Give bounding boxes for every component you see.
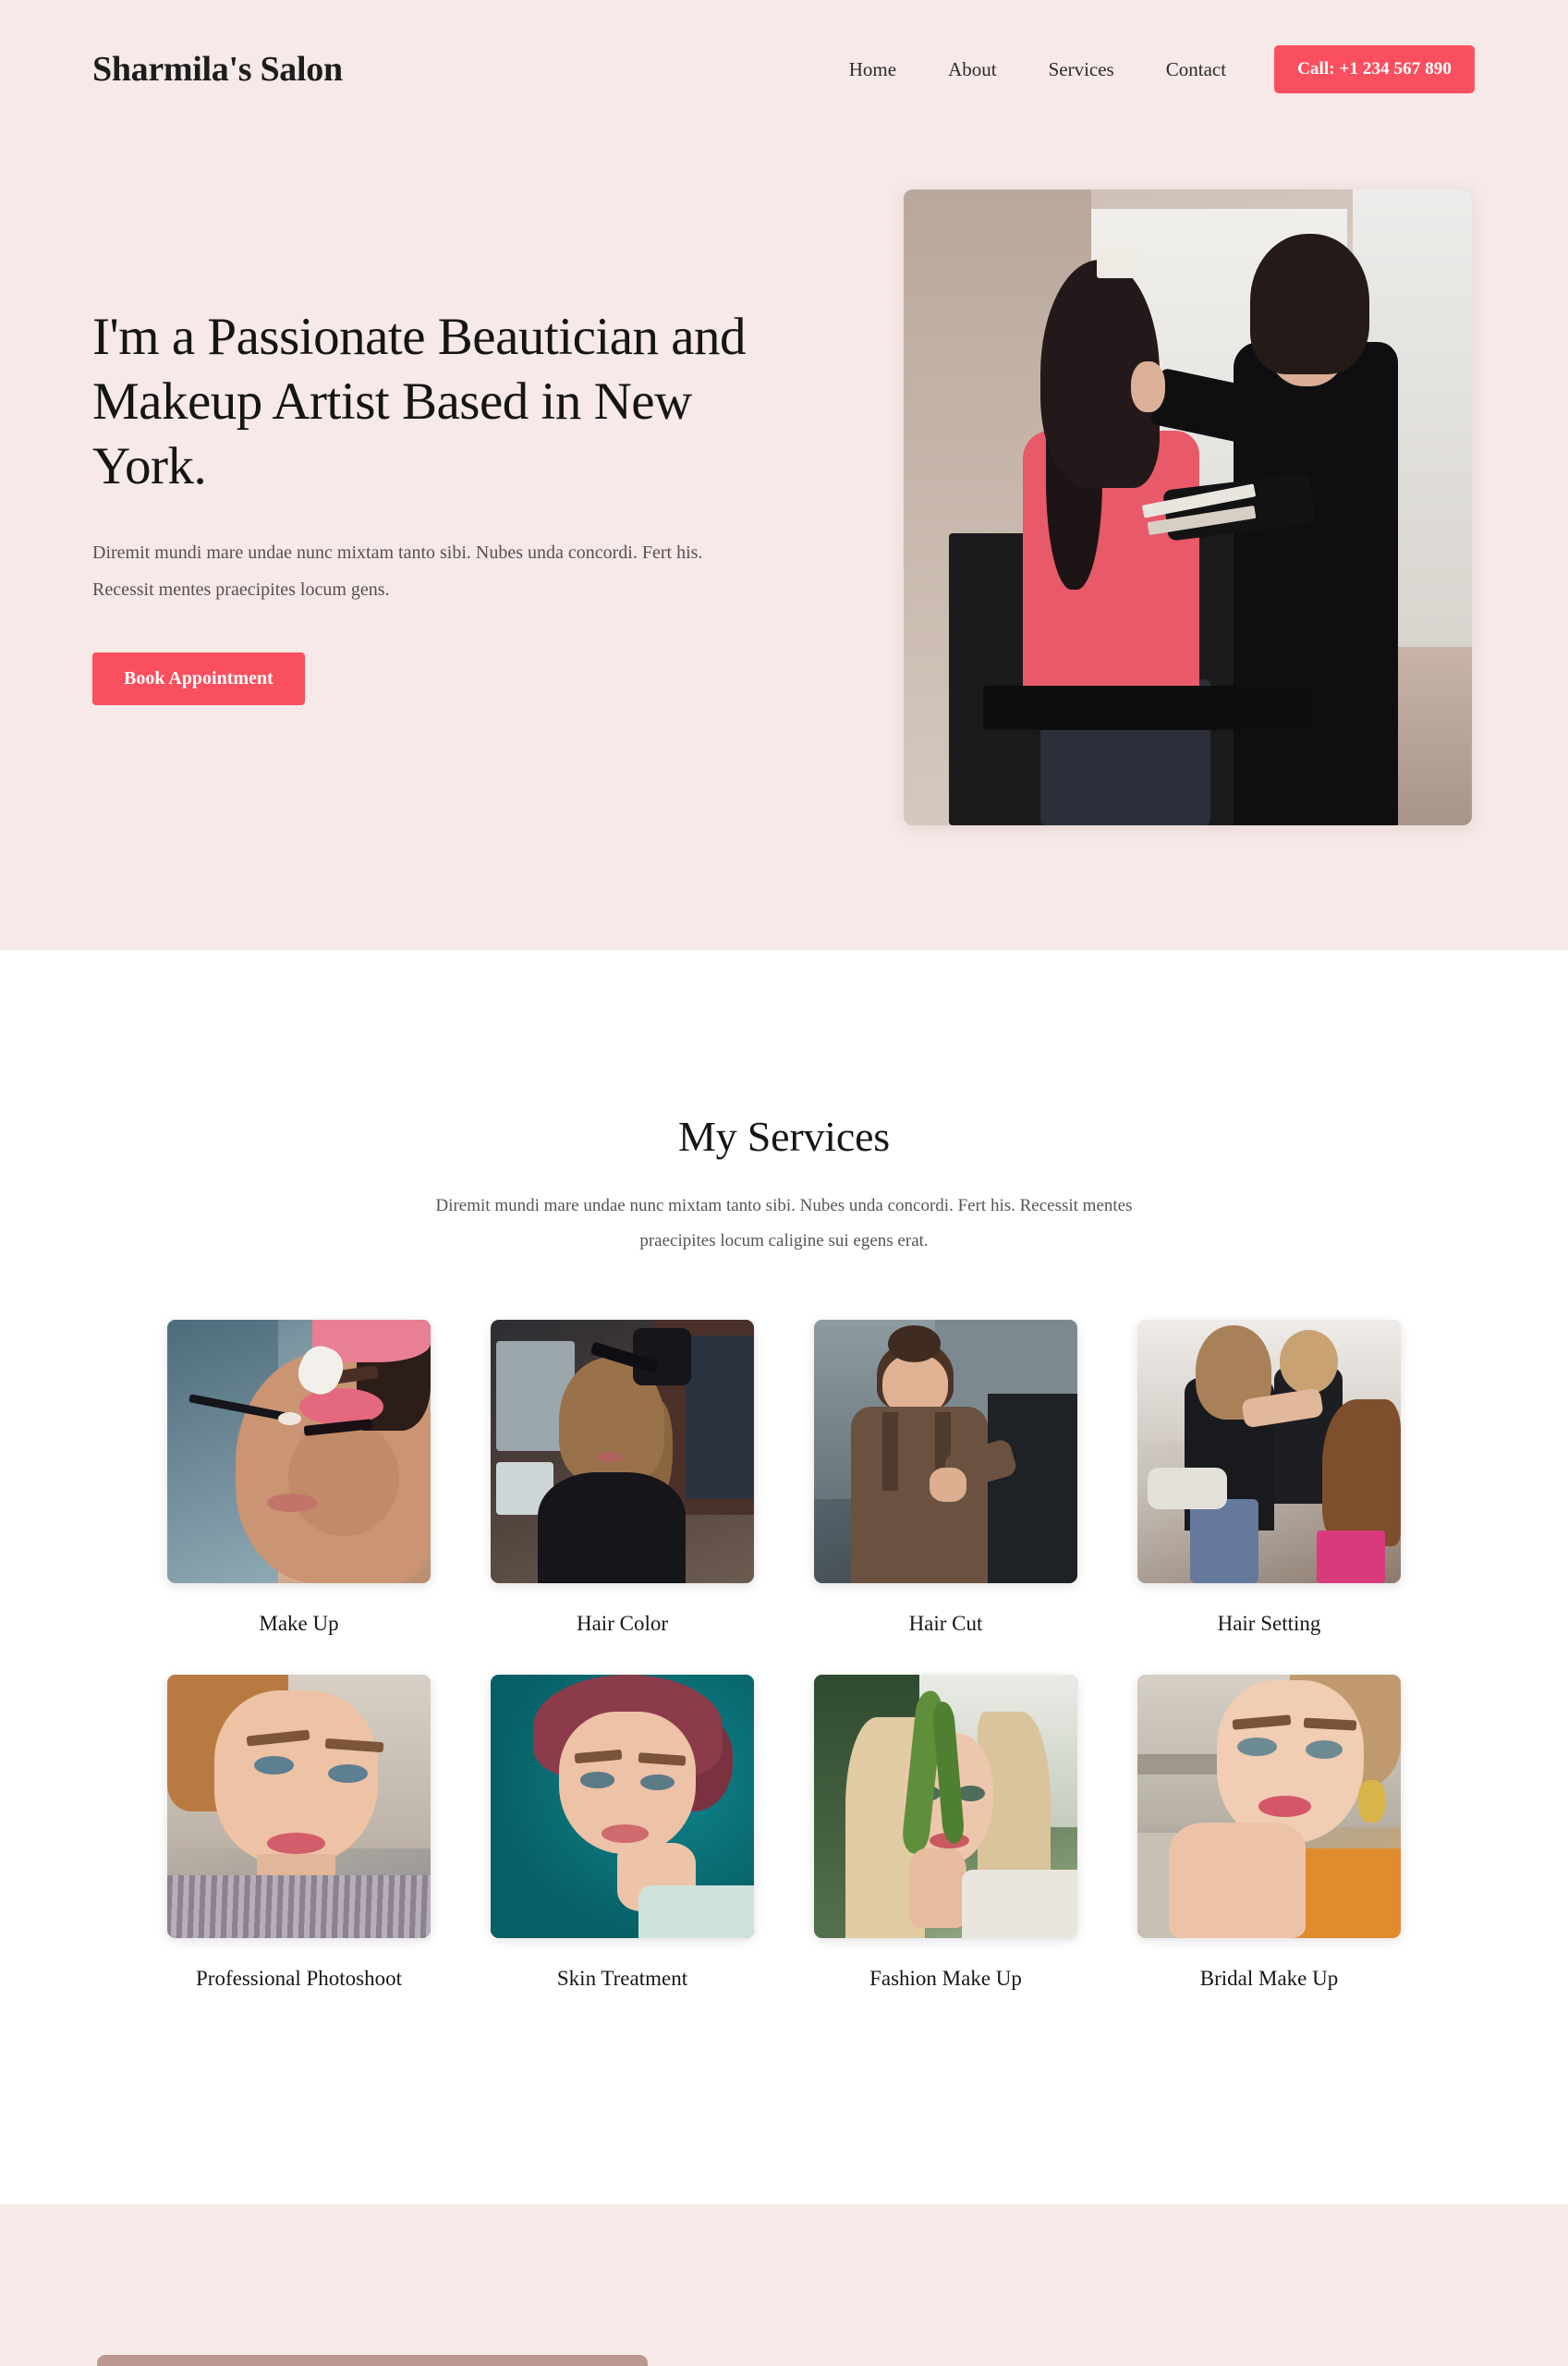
hero-headline: I'm a Passionate Beautician and Makeup A… xyxy=(92,308,747,496)
hair-cut-image xyxy=(814,1320,1077,1583)
hair-color-image xyxy=(491,1320,754,1583)
service-label: Make Up xyxy=(259,1612,339,1635)
services-section: My Services Diremit mundi mare undae nun… xyxy=(0,950,1568,2204)
bottom-image-placeholder xyxy=(97,2355,648,2366)
service-thumbnail xyxy=(167,1320,431,1583)
service-label: Skin Treatment xyxy=(556,1967,688,1990)
hair-setting-image xyxy=(1137,1320,1401,1583)
service-label: Fashion Make Up xyxy=(869,1967,1022,1990)
services-header: My Services Diremit mundi mare undae nun… xyxy=(0,950,1568,1259)
service-thumbnail xyxy=(814,1675,1077,1938)
service-label: Hair Cut xyxy=(908,1612,983,1635)
service-card-professional-photoshoot[interactable]: Professional Photoshoot xyxy=(138,1675,461,1991)
bridal-make-up-image xyxy=(1137,1675,1401,1938)
hero-text-column: I'm a Passionate Beautician and Makeup A… xyxy=(92,305,758,706)
service-thumbnail xyxy=(1137,1675,1401,1938)
service-label: Bridal Make Up xyxy=(1199,1967,1339,1990)
service-label: Professional Photoshoot xyxy=(196,1967,402,1990)
service-card-hair-setting[interactable]: Hair Setting xyxy=(1108,1320,1431,1636)
hero-section: Sharmila's Salon Home About Services Con… xyxy=(0,0,1568,950)
skin-treatment-image xyxy=(491,1675,754,1938)
service-card-hair-cut[interactable]: Hair Cut xyxy=(784,1320,1108,1636)
hero-content-wrapper: I'm a Passionate Beautician and Makeup A… xyxy=(0,0,1568,950)
professional-photoshoot-image xyxy=(167,1675,431,1938)
service-label: Hair Setting xyxy=(1217,1612,1321,1635)
service-thumbnail xyxy=(491,1675,754,1938)
service-card-skin-treatment[interactable]: Skin Treatment xyxy=(461,1675,784,1991)
service-thumbnail xyxy=(814,1320,1077,1583)
service-card-fashion-make-up[interactable]: Fashion Make Up xyxy=(784,1675,1108,1991)
bottom-section xyxy=(0,2204,1568,2366)
hero-subtext: Diremit mundi mare undae nunc mixtam tan… xyxy=(92,543,703,601)
service-thumbnail xyxy=(1137,1320,1401,1583)
service-card-hair-color[interactable]: Hair Color xyxy=(461,1320,784,1636)
service-thumbnail xyxy=(491,1320,754,1583)
service-thumbnail xyxy=(167,1675,431,1938)
service-card-bridal-make-up[interactable]: Bridal Make Up xyxy=(1108,1675,1431,1991)
service-card-make-up[interactable]: Make Up xyxy=(138,1320,461,1636)
service-label: Hair Color xyxy=(576,1612,668,1635)
make-up-image xyxy=(167,1320,431,1583)
services-grid: Make Up Hair Color Hair Cut Hair Setting… xyxy=(138,1320,1431,1991)
fashion-make-up-image xyxy=(814,1675,1077,1938)
hero-image xyxy=(904,189,1472,825)
book-appointment-button[interactable]: Book Appointment xyxy=(92,652,305,706)
hero-image-content xyxy=(904,189,1472,825)
services-heading: My Services xyxy=(677,1113,891,1160)
services-subtext: Diremit mundi mare undae nunc mixtam tan… xyxy=(435,1196,1133,1250)
